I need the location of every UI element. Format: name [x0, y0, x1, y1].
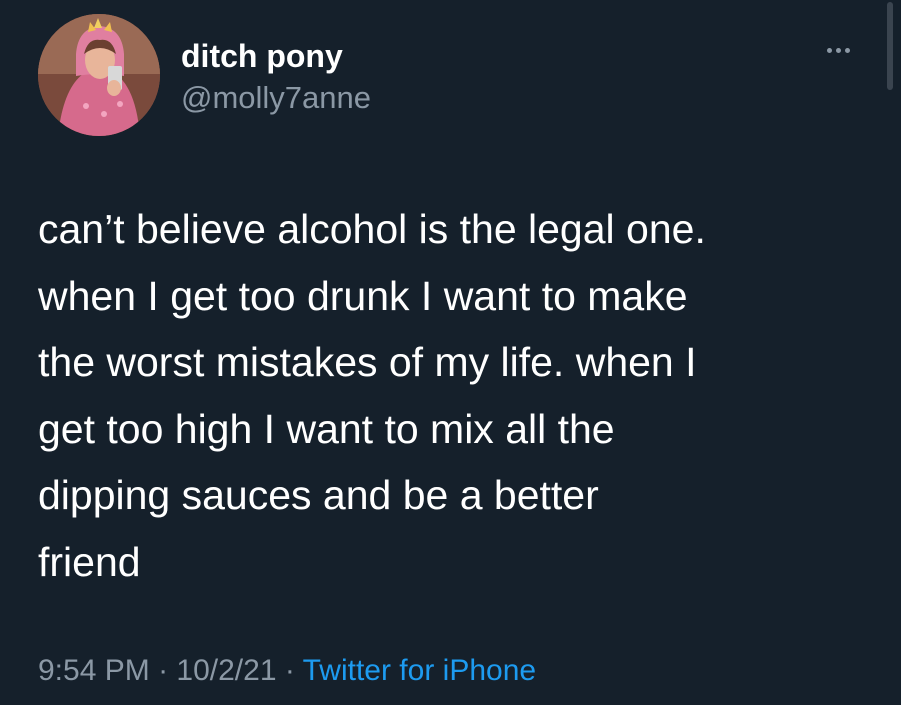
scrollbar[interactable] [887, 2, 893, 90]
tweet-time[interactable]: 9:54 PM [38, 654, 150, 687]
author-handle[interactable]: @molly7anne [181, 80, 371, 116]
tweet-text: can’t believe alcohol is the legal one. … [38, 206, 706, 585]
author-display-name[interactable]: ditch pony [181, 38, 343, 74]
avatar[interactable] [38, 14, 160, 136]
avatar-image [38, 14, 160, 136]
tweet-meta: 9:54 PM · 10/2/21 · Twitter for iPhone [38, 651, 536, 691]
tweet-source-link[interactable]: Twitter for iPhone [303, 654, 536, 687]
tweet-date[interactable]: 10/2/21 [176, 654, 276, 687]
more-options-button[interactable] [818, 38, 858, 62]
meta-separator: · [276, 654, 303, 687]
meta-separator: · [149, 654, 177, 687]
more-dots-icon [826, 47, 850, 53]
tweet: ditch pony @molly7anne can’t believe alc… [0, 0, 901, 705]
